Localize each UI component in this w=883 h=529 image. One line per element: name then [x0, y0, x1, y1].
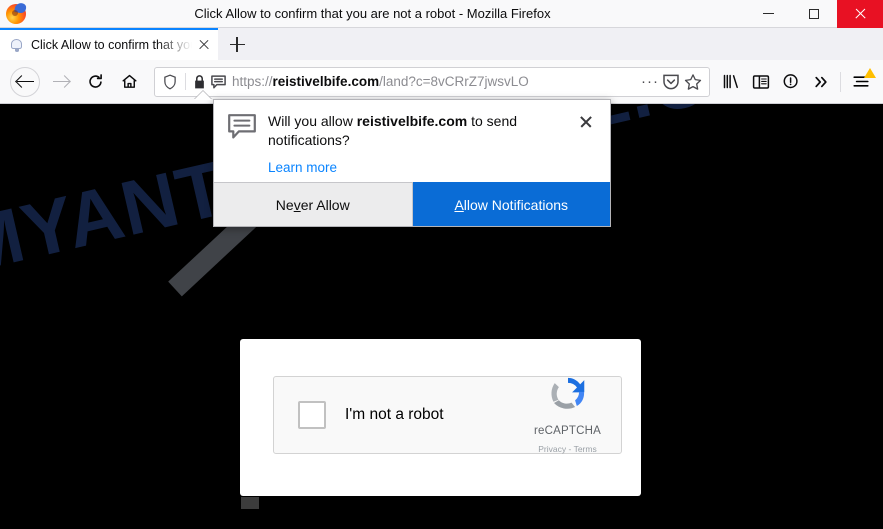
allow-notifications-button[interactable]: Allow Notifications	[412, 182, 610, 226]
landing-card: I'm not a robot reCAPTCHA Privacy - Term…	[240, 339, 641, 496]
notification-permission-popup: Will you allow reistivelbife.com to send…	[213, 99, 611, 227]
home-icon	[121, 74, 137, 88]
account-warning-icon	[783, 74, 798, 89]
new-tab-button[interactable]	[218, 29, 256, 60]
page-actions-button[interactable]: ···	[639, 73, 661, 90]
divider	[840, 71, 841, 92]
address-bar[interactable]: https://reistivelbife.com/land?c=8vCRrZ7…	[154, 66, 710, 97]
doorhanger-arrow	[194, 91, 212, 100]
recaptcha-logo-icon	[550, 377, 584, 409]
arrow-right-icon	[52, 74, 70, 89]
recaptcha-branding: reCAPTCHA Privacy - Terms	[520, 374, 615, 457]
maximize-button[interactable]	[791, 0, 837, 28]
url-text[interactable]: https://reistivelbife.com/land?c=8vCRrZ7…	[232, 74, 639, 89]
recaptcha-brand-name: reCAPTCHA	[534, 424, 601, 437]
app-menu-button[interactable]	[845, 65, 877, 99]
sidebar-button[interactable]	[746, 65, 776, 99]
warning-badge-icon	[864, 67, 876, 78]
recaptcha-terms-link[interactable]: Terms	[574, 444, 597, 454]
shield-icon[interactable]	[161, 73, 179, 91]
reload-button[interactable]	[78, 65, 112, 99]
recaptcha-privacy-link[interactable]: Privacy	[538, 444, 566, 454]
reload-icon	[88, 74, 102, 88]
recaptcha-links[interactable]: Privacy - Terms	[538, 444, 596, 454]
doorhanger-question: Will you allow reistivelbife.com to send…	[268, 113, 518, 148]
notification-bubble-icon[interactable]	[210, 74, 227, 90]
bookmark-star-icon[interactable]	[683, 73, 703, 91]
account-button[interactable]	[776, 65, 806, 99]
overflow-button[interactable]	[806, 65, 836, 99]
learn-more-link[interactable]: Learn more	[268, 160, 337, 175]
bell-icon	[9, 38, 24, 53]
title-bar: Click Allow to confirm that you are not …	[0, 0, 883, 28]
close-tab-icon[interactable]	[194, 35, 214, 55]
page-artifact-square	[241, 497, 259, 509]
library-button[interactable]	[716, 65, 746, 99]
recaptcha-widget[interactable]: I'm not a robot reCAPTCHA Privacy - Term…	[273, 376, 622, 454]
tab-active[interactable]: Click Allow to confirm that you are not …	[0, 28, 218, 60]
never-allow-button[interactable]: Never Allow	[214, 182, 413, 226]
browser-window: Click Allow to confirm that you are not …	[0, 0, 883, 529]
back-button[interactable]	[10, 66, 40, 97]
sidebar-icon	[752, 74, 770, 89]
close-window-button[interactable]	[837, 0, 883, 28]
doorhanger-footer: Never Allow Allow Notifications	[214, 182, 610, 226]
firefox-logo-icon	[5, 1, 27, 25]
home-button[interactable]	[112, 65, 146, 99]
doorhanger-text-wrap: Will you allow reistivelbife.com to send…	[257, 112, 574, 176]
navigation-toolbar: https://reistivelbife.com/land?c=8vCRrZ7…	[0, 60, 883, 104]
minimize-button[interactable]	[745, 0, 791, 28]
window-title: Click Allow to confirm that you are not …	[194, 6, 551, 21]
forward-button[interactable]	[44, 65, 78, 99]
tab-bar: Click Allow to confirm that you are not …	[0, 28, 883, 60]
padlock-icon[interactable]	[192, 74, 207, 90]
doorhanger-domain: reistivelbife.com	[356, 113, 468, 129]
recaptcha-checkbox[interactable]	[298, 401, 326, 429]
chevron-double-right-icon	[815, 76, 827, 87]
notification-bubble-icon	[228, 114, 256, 139]
window-controls	[745, 0, 883, 28]
library-icon	[723, 74, 738, 89]
pocket-icon[interactable]	[661, 73, 681, 91]
recaptcha-label: I'm not a robot	[345, 406, 444, 423]
tab-title: Click Allow to confirm that you are not …	[31, 38, 192, 52]
arrow-left-icon	[16, 74, 34, 89]
doorhanger-body: Will you allow reistivelbife.com to send…	[214, 100, 610, 176]
divider	[185, 73, 186, 90]
close-popup-icon[interactable]	[574, 110, 598, 134]
